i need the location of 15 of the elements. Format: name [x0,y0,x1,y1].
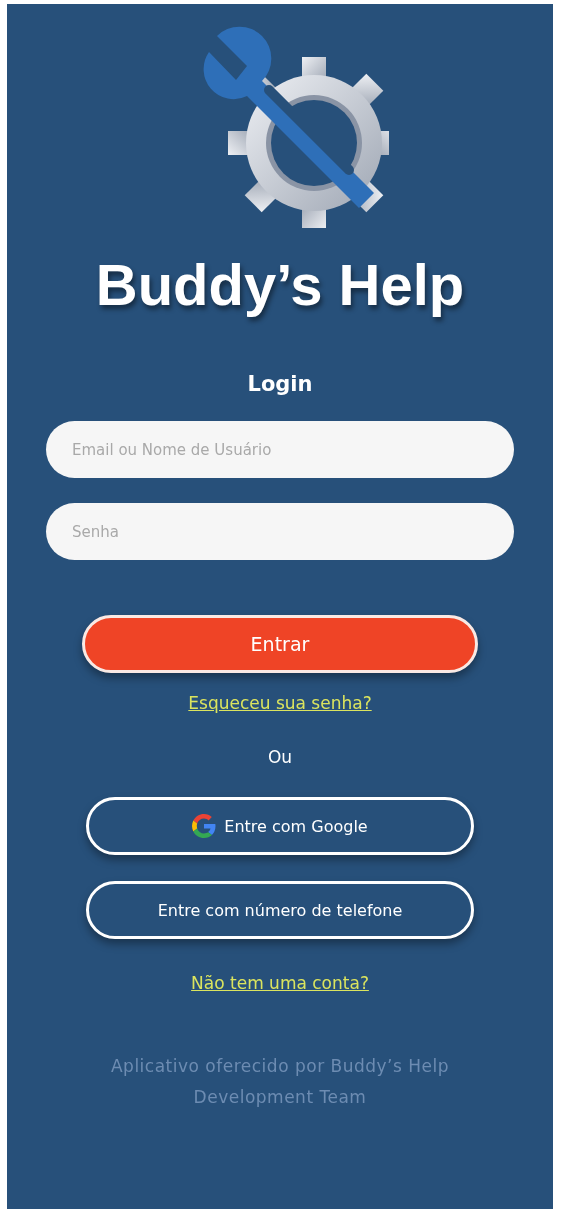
login-button[interactable]: Entrar [82,615,478,673]
google-login-button[interactable]: Entre com Google [86,797,474,855]
forgot-password-link[interactable]: Esqueceu sua senha? [174,693,386,713]
signup-link[interactable]: Não tem uma conta? [177,973,383,993]
footer-text: Development Team [192,1086,368,1109]
login-heading: Login [247,372,313,396]
password-field[interactable]: Senha [46,503,514,560]
separator-text: Ou [267,747,293,767]
button-label: Entre com Google [224,816,368,836]
google-icon [192,814,217,838]
footer-text: Aplicativo oferecido por Buddy’s Help [110,1055,450,1078]
phone-login-button[interactable]: Entre com número de telefone [86,881,474,939]
button-label: Entre com número de telefone [157,900,403,920]
app-title: Buddy’s Help [95,251,465,319]
email-field[interactable]: Email ou Nome de Usuário [46,421,514,478]
